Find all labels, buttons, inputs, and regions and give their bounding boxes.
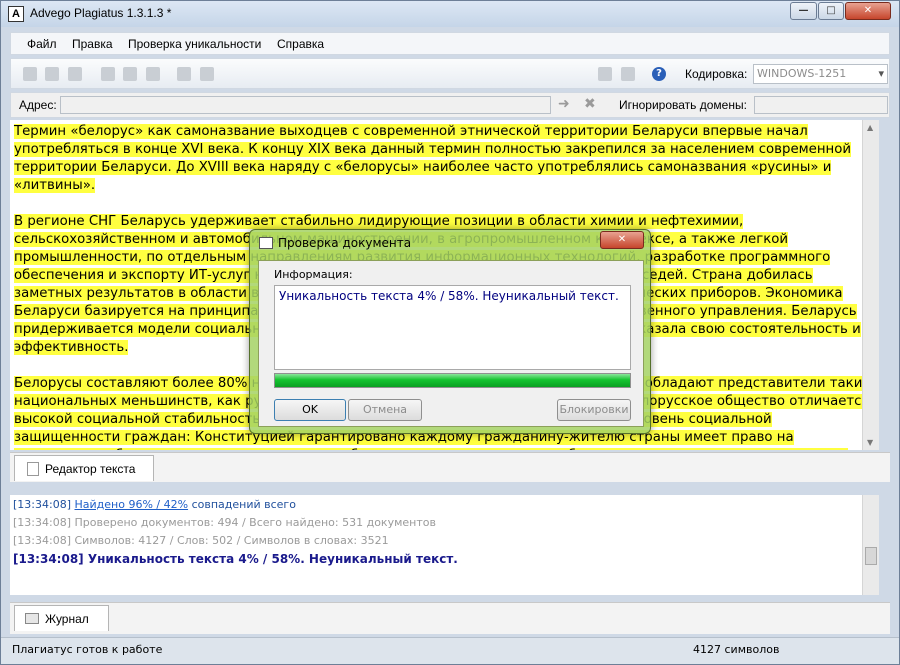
log-line: [13:34:08] Найдено 96% / 42% совпадений … [13, 498, 876, 516]
log-line: [13:34:08] Символов: 4127 / Слов: 502 / … [13, 534, 389, 547]
address-label: Адрес: [19, 98, 57, 112]
journal-icon [25, 613, 39, 624]
menu-edit[interactable]: Правка [72, 37, 113, 51]
tab-text-editor[interactable]: Редактор текста [14, 455, 154, 481]
app-logo-icon: A [8, 6, 24, 22]
lock-icon[interactable] [621, 67, 635, 81]
window-title: Advego Plagiatus 1.3.1.3 * [30, 6, 172, 20]
info-label: Информация: [274, 268, 353, 281]
log-time: [13:34:08] [13, 498, 71, 511]
ignore-domains-input[interactable] [754, 96, 888, 114]
chevron-down-icon: ▾ [878, 67, 884, 80]
ignore-domains-label: Игнорировать домены: [619, 98, 747, 112]
block-button[interactable]: Блокировки [557, 399, 631, 421]
toolbar: ? Кодировка: WINDOWS-1251 ▾ [10, 58, 890, 89]
open-html-icon[interactable] [45, 67, 59, 81]
dialog-body: Информация: Уникальность текста 4% / 58%… [258, 260, 644, 427]
help-icon[interactable]: ? [652, 67, 666, 81]
menu-bar: Файл Правка Проверка уникальности Справк… [10, 32, 890, 55]
scroll-down-icon[interactable]: ▼ [867, 438, 873, 447]
log-line-result: [13:34:08] Уникальность текста 4% / 58%.… [13, 552, 458, 566]
encoding-value: WINDOWS-1251 [757, 67, 847, 80]
menu-file[interactable]: Файл [27, 37, 57, 51]
progress-bar [274, 373, 631, 388]
status-bar: Плагиатус готов к работе 4127 символов [1, 637, 899, 664]
yin-yang-icon[interactable] [200, 67, 214, 81]
cut-icon[interactable] [123, 67, 137, 81]
char-count: 4127 символов [693, 643, 780, 656]
tab-journal[interactable]: Журнал [14, 605, 109, 631]
close-button[interactable]: ✕ [845, 2, 891, 20]
settings-gear-icon[interactable] [598, 67, 612, 81]
address-bar: Адрес: ➜ ✖ Игнорировать домены: [10, 92, 890, 118]
log-line: [13:34:08] Проверено документов: 494 / В… [13, 516, 436, 529]
address-input[interactable] [60, 96, 551, 114]
clear-x-icon[interactable]: ✖ [584, 96, 596, 112]
clear-icon[interactable] [177, 67, 191, 81]
document-icon [27, 462, 39, 476]
dialog-window-icon [259, 237, 273, 249]
paste-icon[interactable] [146, 67, 160, 81]
encoding-select[interactable]: WINDOWS-1251 ▾ [753, 64, 888, 84]
tab-text-editor-label: Редактор текста [45, 462, 136, 476]
maximize-button[interactable]: □ [818, 2, 844, 20]
info-box: Уникальность текста 4% / 58%. Неуникальн… [274, 285, 631, 370]
dialog-close-button[interactable]: ✕ [600, 231, 644, 249]
editor-tab-strip: Редактор текста [10, 452, 890, 482]
status-text: Плагиатус готов к работе [12, 643, 163, 656]
log-tab-strip: Журнал [10, 602, 890, 634]
menu-help[interactable]: Справка [277, 37, 324, 51]
new-file-icon[interactable] [23, 67, 37, 81]
log-scroll-thumb[interactable] [865, 547, 877, 565]
copy-icon[interactable] [101, 67, 115, 81]
editor-paragraph-text: Термин «белорус» как самоназвание выходц… [14, 124, 852, 193]
check-document-dialog: Проверка документа ✕ Информация: Уникаль… [249, 229, 651, 434]
minimize-button[interactable]: — [790, 2, 817, 20]
log-found-link[interactable]: Найдено 96% / 42% [75, 498, 189, 511]
tab-journal-label: Журнал [45, 612, 89, 626]
menu-uniqueness-check[interactable]: Проверка уникальности [128, 37, 261, 51]
title-bar: A Advego Plagiatus 1.3.1.3 * — □ ✕ [1, 1, 899, 27]
log-text: совпадений всего [191, 498, 296, 511]
log-panel: [13:34:08] Найдено 96% / 42% совпадений … [10, 495, 879, 595]
editor-scrollbar[interactable]: ▲ ▼ [862, 120, 879, 450]
cancel-button[interactable]: Отмена [348, 399, 422, 421]
ok-button[interactable]: OK [274, 399, 346, 421]
go-arrow-icon[interactable]: ➜ [558, 96, 570, 112]
scroll-up-icon[interactable]: ▲ [867, 123, 873, 132]
encoding-label: Кодировка: [685, 67, 748, 81]
save-icon[interactable] [68, 67, 82, 81]
editor-paragraph: Термин «белорус» как самоназвание выходц… [14, 123, 875, 195]
dialog-title: Проверка документа [278, 236, 412, 250]
app-window: A Advego Plagiatus 1.3.1.3 * — □ ✕ Файл … [0, 0, 900, 665]
log-scrollbar[interactable] [862, 495, 879, 595]
